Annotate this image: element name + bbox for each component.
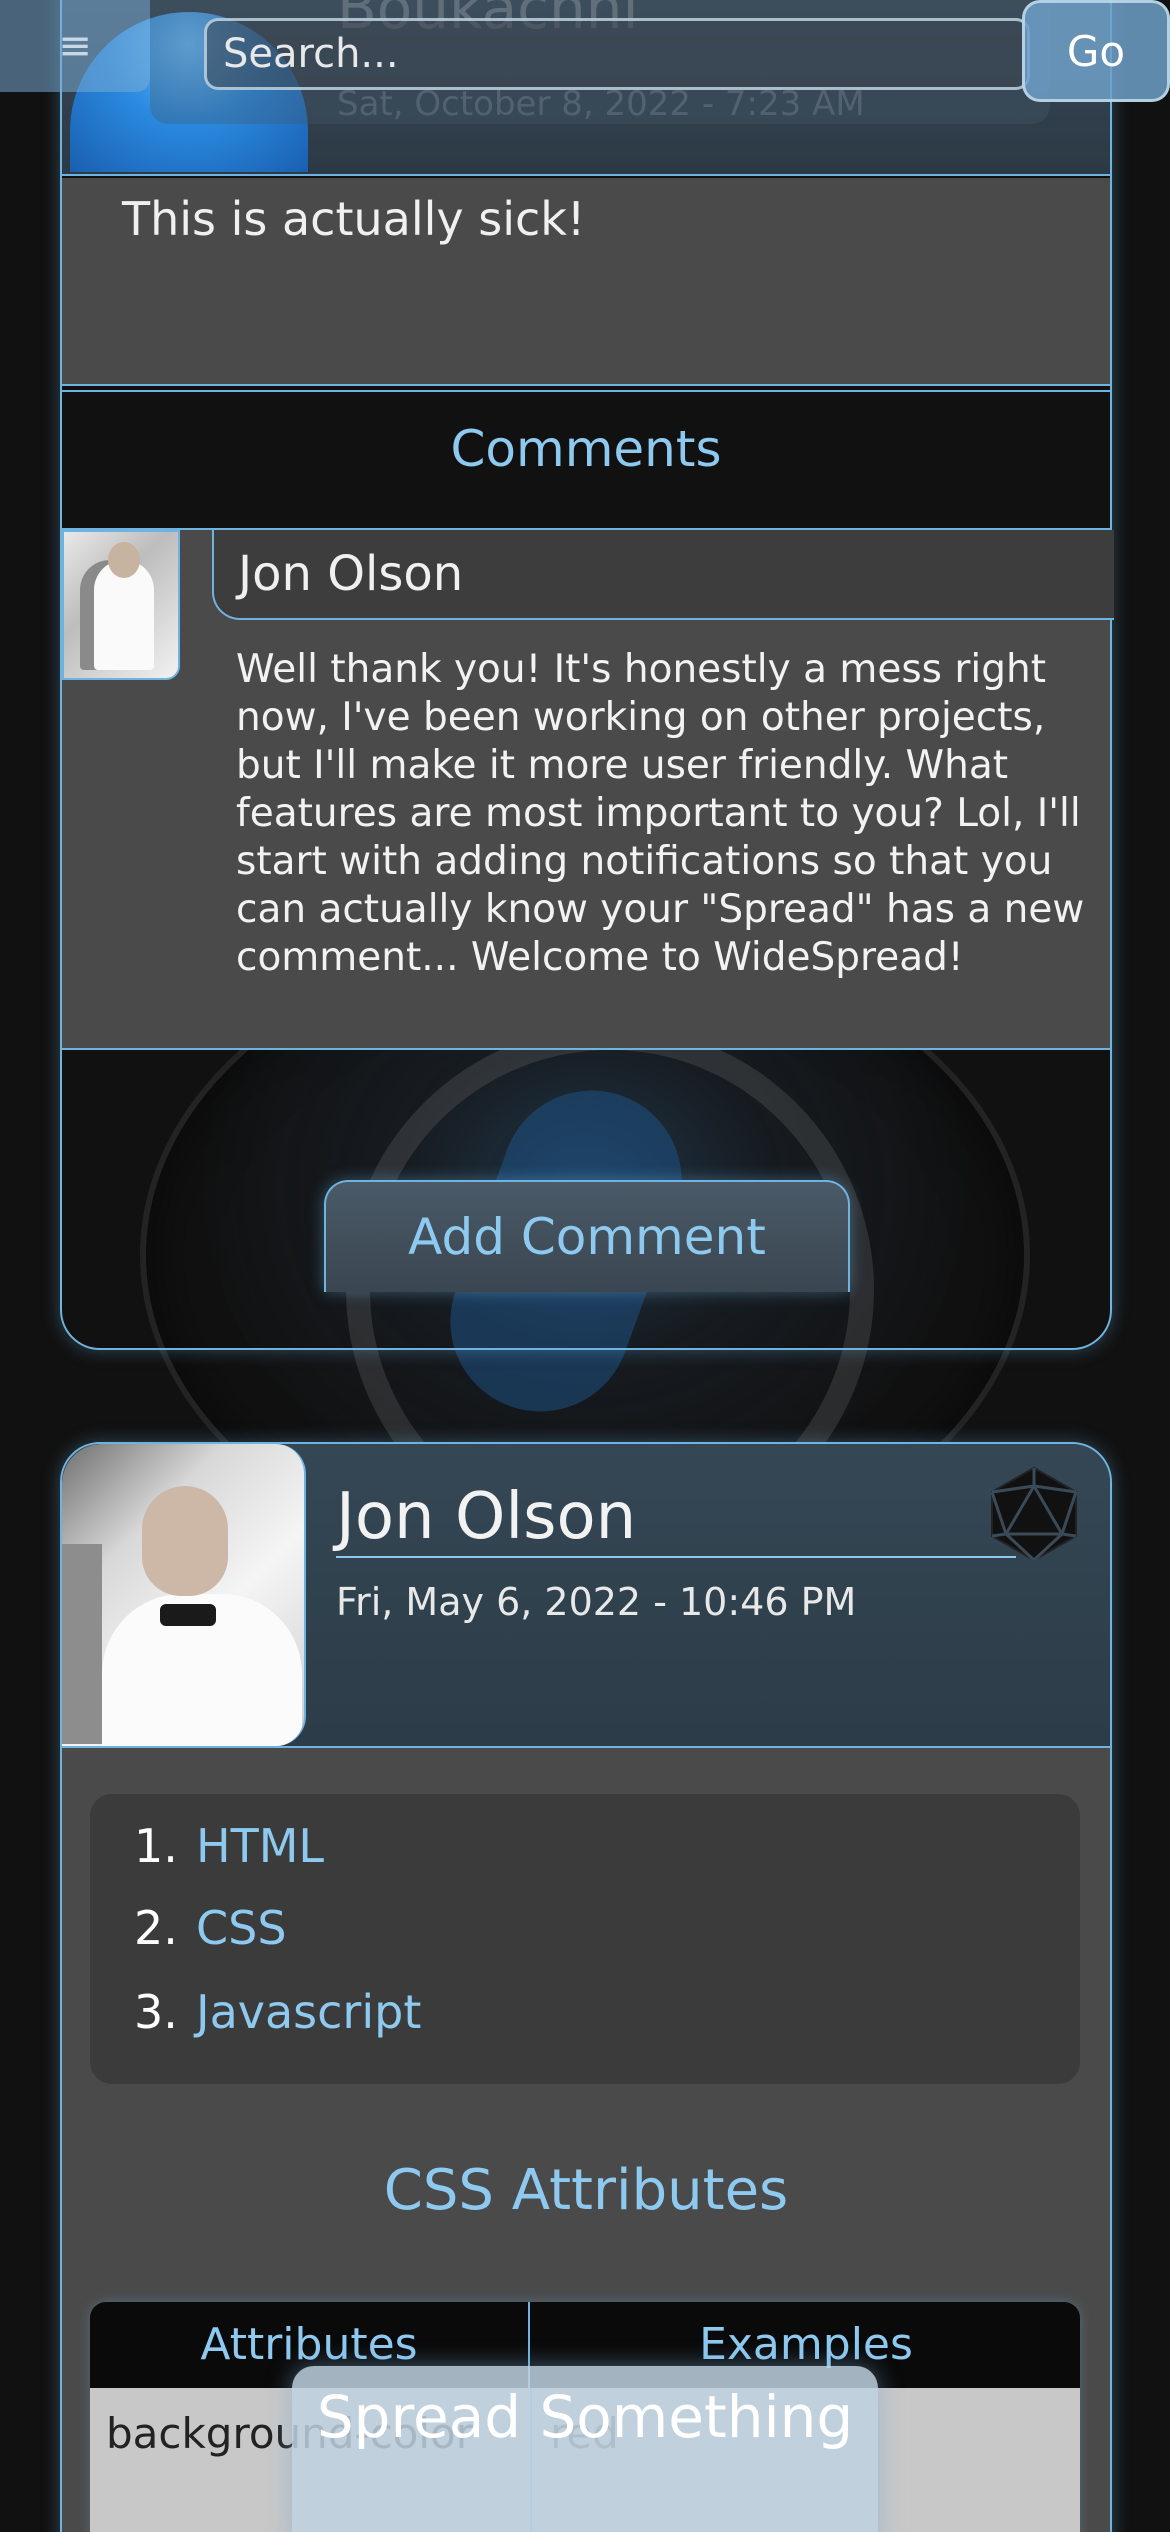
comment: Jon Olson Well thank you! It's honestly … <box>62 528 1114 1050</box>
post-date: Fri, May 6, 2022 - 10:46 PM <box>336 1580 857 1624</box>
list-number: 1. <box>134 1819 178 1873</box>
list-item: 2. CSS <box>90 1888 1080 1968</box>
search-input[interactable] <box>204 18 1030 90</box>
d20-icon[interactable] <box>986 1464 1082 1564</box>
post-author[interactable]: Jon Olson <box>336 1480 636 1554</box>
post-text: This is actually sick! <box>122 192 586 246</box>
divider <box>336 1556 1016 1558</box>
post-header: Jon Olson Fri, May 6, 2022 - 10:46 PM <box>62 1444 1110 1748</box>
list-number: 2. <box>134 1901 178 1955</box>
go-button[interactable]: Go <box>1022 0 1170 102</box>
comment-avatar[interactable] <box>62 530 180 680</box>
ordered-list: 1. HTML 2. CSS 3. Javascript <box>90 1794 1080 2084</box>
menu-button[interactable]: ≡ <box>0 0 150 92</box>
section-title: CSS Attributes <box>383 2158 789 2223</box>
add-comment-button[interactable]: Add Comment <box>324 1180 850 1292</box>
avatar[interactable] <box>62 1444 306 1746</box>
post-card: Boukachni Sat, October 8, 2022 - 7:23 AM… <box>60 0 1114 1350</box>
list-item: 1. HTML <box>90 1806 1080 1886</box>
comment-author[interactable]: Jon Olson <box>238 546 463 602</box>
list-number: 3. <box>134 1985 178 2039</box>
hamburger-icon: ≡ <box>58 23 92 69</box>
list-link[interactable]: CSS <box>196 1888 287 1968</box>
comment-text: Well thank you! It's honestly a mess rig… <box>236 647 1085 980</box>
list-item: 3. Javascript <box>90 1972 1080 2052</box>
list-link[interactable]: HTML <box>196 1806 324 1886</box>
page: Boukachni Sat, October 8, 2022 - 7:23 AM… <box>0 0 1170 2532</box>
spread-something-button[interactable]: Spread Something <box>292 2366 878 2532</box>
list-link[interactable]: Javascript <box>196 1972 421 2052</box>
comments-title: Comments <box>450 420 722 478</box>
